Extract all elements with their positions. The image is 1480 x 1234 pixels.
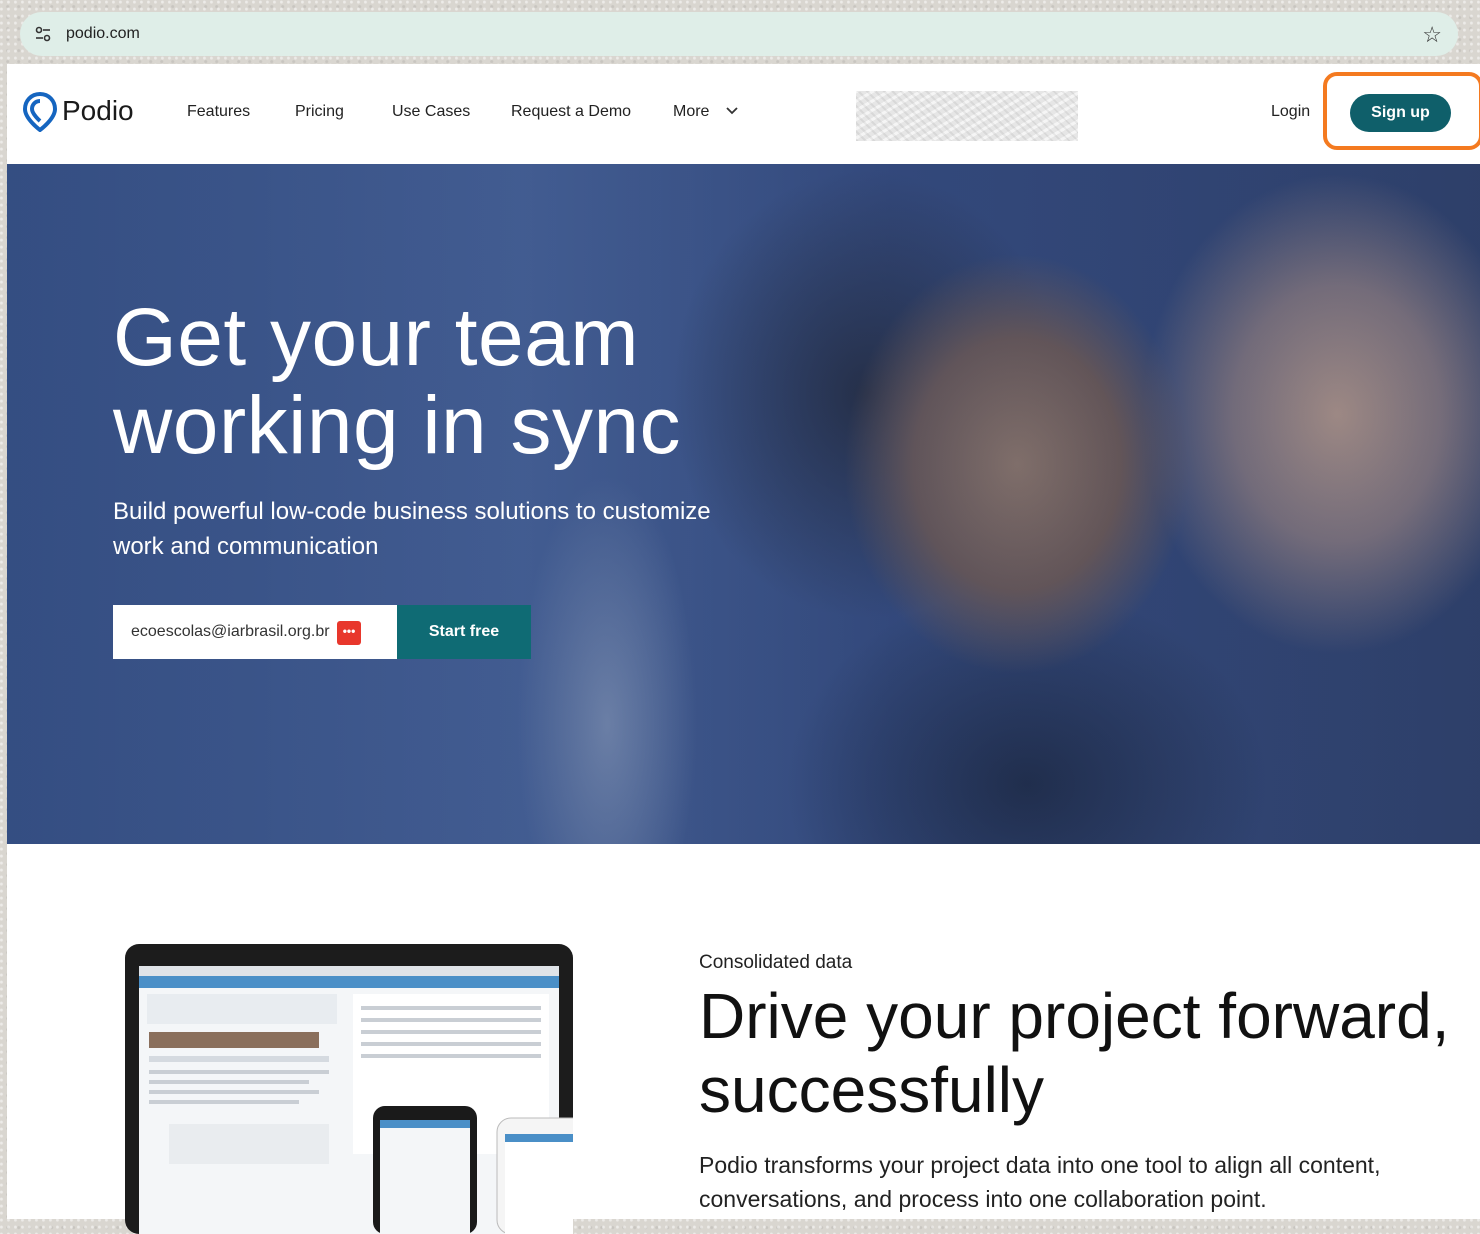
nav-use-cases[interactable]: Use Cases <box>392 103 470 121</box>
podio-logo-icon[interactable] <box>23 92 57 132</box>
signup-highlight-box <box>1323 72 1480 150</box>
bookmark-star-icon[interactable]: ☆ <box>1422 22 1442 48</box>
feature-title: Drive your project forward, successfully <box>699 980 1450 1126</box>
site-settings-icon[interactable] <box>34 25 52 43</box>
address-bar[interactable]: podio.com ☆ <box>20 12 1458 56</box>
nav-more[interactable]: More <box>673 103 709 121</box>
logo-text[interactable]: Podio <box>62 95 134 127</box>
hero-subtitle: Build powerful low-code business solutio… <box>113 498 711 560</box>
start-free-button[interactable]: Start free <box>397 605 531 659</box>
feature-eyebrow: Consolidated data <box>699 952 853 973</box>
nav-request-demo[interactable]: Request a Demo <box>511 103 631 121</box>
login-link[interactable]: Login <box>1271 103 1310 121</box>
hero-title: Get your team working in sync <box>113 294 813 470</box>
hero-title-line-1: Get your team <box>113 292 640 383</box>
nav-features[interactable]: Features <box>187 103 250 121</box>
url-text[interactable]: podio.com <box>66 25 140 43</box>
top-nav: Podio Features Pricing Use Cases Request… <box>7 64 1480 164</box>
devices-mockup-image <box>125 944 573 1234</box>
redacted-area <box>856 91 1078 141</box>
feature-description: Podio transforms your project data into … <box>699 1152 1381 1212</box>
hero-title-line-2: working in sync <box>113 380 682 471</box>
nav-pricing[interactable]: Pricing <box>295 103 344 121</box>
password-manager-icon[interactable]: ••• <box>337 621 361 645</box>
hero-banner: Get your team working in sync Build powe… <box>7 164 1480 844</box>
page: Podio Features Pricing Use Cases Request… <box>7 64 1480 1234</box>
chevron-down-icon[interactable] <box>725 104 739 118</box>
